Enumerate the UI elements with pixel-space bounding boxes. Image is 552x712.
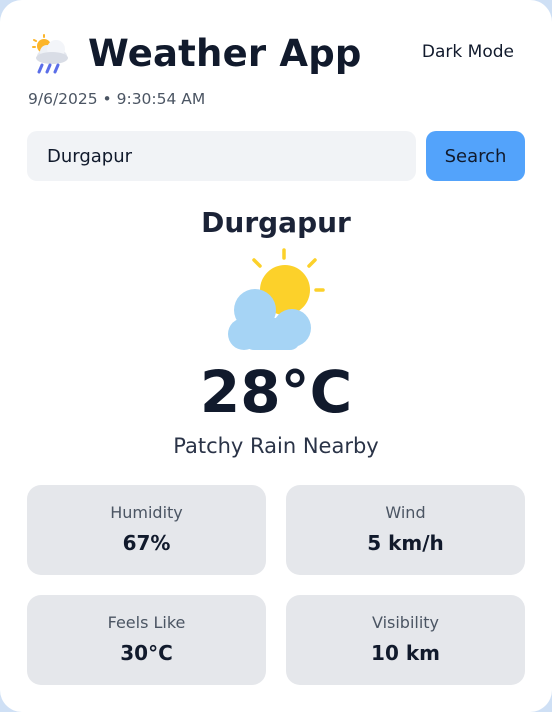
temperature: 28°C <box>199 358 353 426</box>
wind-label: Wind <box>385 503 426 522</box>
dark-mode-toggle[interactable]: Dark Mode <box>422 42 514 62</box>
sun-behind-cloud-icon <box>222 248 330 356</box>
wind-value: 5 km/h <box>367 531 444 555</box>
city-search-input[interactable] <box>27 131 416 181</box>
feels-like-value: 30°C <box>120 641 173 665</box>
feels-like-label: Feels Like <box>107 613 186 632</box>
search-button[interactable]: Search <box>426 131 525 181</box>
visibility-label: Visibility <box>371 613 440 632</box>
humidity-label: Humidity <box>110 503 183 522</box>
app-title: Weather App <box>88 32 362 75</box>
city-name: Durgapur <box>201 206 351 239</box>
sun-cloud-rain-icon <box>30 34 74 78</box>
current-datetime: 9/6/2025 • 9:30:54 AM <box>28 90 206 108</box>
feels-like-card: Feels Like 30°C <box>27 595 266 685</box>
humidity-value: 67% <box>122 531 171 555</box>
visibility-card: Visibility 10 km <box>286 595 525 685</box>
visibility-value: 10 km <box>371 641 440 665</box>
humidity-card: Humidity 67% <box>27 485 266 575</box>
weather-condition: Patchy Rain Nearby <box>173 434 379 458</box>
header: Weather App Dark Mode <box>28 30 524 82</box>
weather-card: Weather App Dark Mode 9/6/2025 • 9:30:54… <box>0 0 552 712</box>
wind-card: Wind 5 km/h <box>286 485 525 575</box>
